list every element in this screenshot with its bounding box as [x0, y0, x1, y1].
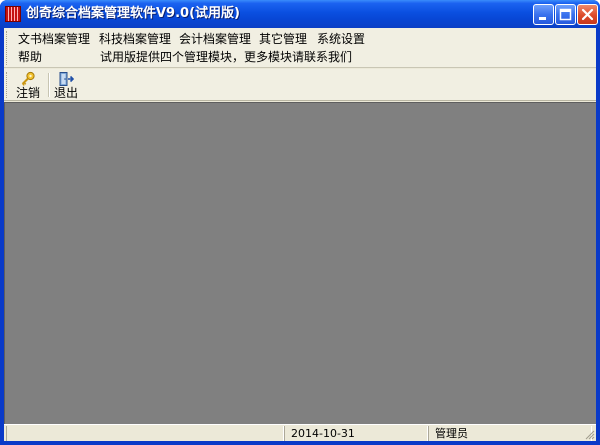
maximize-button[interactable]	[555, 4, 576, 25]
window-title: 创奇综合档案管理软件V9.0(试用版)	[26, 6, 240, 21]
exit-door-icon	[59, 72, 74, 86]
status-user: 管理员	[428, 426, 592, 441]
menu-wenshu[interactable]: 文书档案管理	[17, 30, 91, 48]
trial-notice: 试用版提供四个管理模块，更多模块请联系我们	[100, 50, 353, 64]
menu-bar: 文书档案管理 科技档案管理 会计档案管理 其它管理 系统设置 帮助 试用版提供四…	[4, 28, 596, 68]
resize-grip-icon[interactable]	[583, 428, 595, 440]
menu-grip[interactable]	[6, 31, 9, 65]
exit-button[interactable]: 退出	[52, 70, 80, 100]
exit-label: 退出	[53, 86, 78, 100]
menu-keji[interactable]: 科技档案管理	[98, 30, 172, 48]
minimize-icon	[539, 17, 546, 20]
menu-kuaiji[interactable]: 会计档案管理	[178, 30, 252, 48]
maximize-icon	[559, 8, 572, 21]
app-icon[interactable]	[5, 6, 21, 22]
logout-label: 注销	[15, 86, 40, 100]
minimize-button[interactable]	[533, 4, 554, 25]
mdi-workspace[interactable]	[4, 102, 596, 424]
menu-qita[interactable]: 其它管理	[258, 30, 308, 48]
close-button[interactable]	[577, 4, 598, 25]
title-bar[interactable]: 创奇综合档案管理软件V9.0(试用版)	[0, 0, 600, 28]
status-panel-main	[6, 426, 284, 441]
toolbar: 注销 退出	[4, 69, 596, 101]
toolbar-separator	[48, 73, 50, 97]
menu-help[interactable]: 帮助	[17, 48, 43, 66]
menu-settings[interactable]: 系统设置	[316, 30, 366, 48]
client-area: 文书档案管理 科技档案管理 会计档案管理 其它管理 系统设置 帮助 试用版提供四…	[4, 28, 596, 441]
logout-button[interactable]: 注销	[13, 70, 43, 100]
toolbar-grip[interactable]	[6, 72, 9, 98]
key-icon	[21, 71, 35, 86]
close-icon	[581, 8, 594, 21]
status-bar: 2014-10-31 管理员	[4, 424, 596, 441]
status-date: 2014-10-31	[284, 426, 428, 441]
app-window: 创奇综合档案管理软件V9.0(试用版) 文书档案管理 科技档案管理 会计档案管理…	[0, 0, 600, 445]
